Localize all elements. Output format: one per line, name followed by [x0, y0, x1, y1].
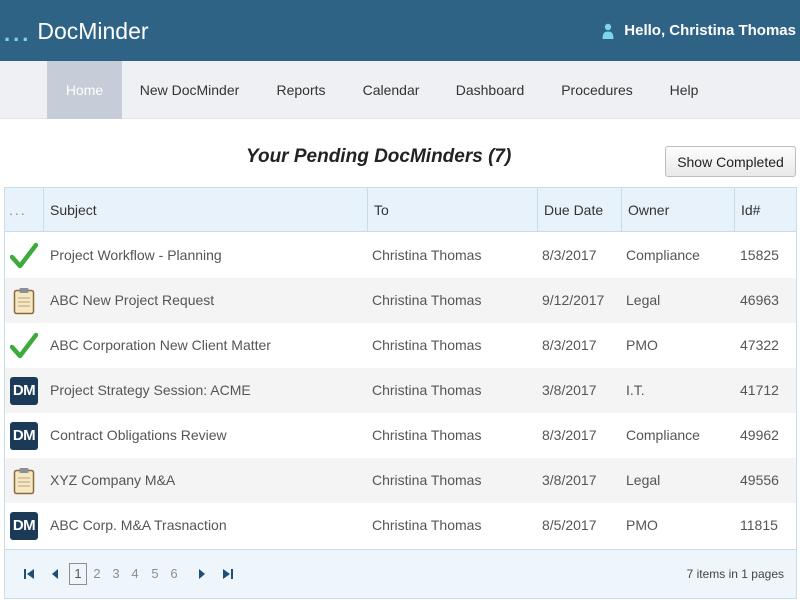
dm-badge-text: DM [10, 512, 38, 540]
nav-reports[interactable]: Reports [266, 61, 336, 119]
row-due-date: 8/3/2017 [542, 247, 597, 263]
row-owner: Legal [626, 472, 661, 488]
row-subject[interactable]: Contract Obligations Review [50, 413, 227, 458]
row-due-date: 3/8/2017 [542, 472, 597, 488]
nav-new-docminder[interactable]: New DocMinder [132, 61, 247, 119]
clipboard-icon [9, 466, 39, 496]
row-owner: Compliance [626, 247, 700, 263]
page-1[interactable]: 1 [69, 563, 87, 585]
table-row[interactable]: Project Workflow - Planning Christina Th… [5, 233, 796, 278]
first-page-icon[interactable] [21, 566, 37, 582]
row-owner: I.T. [626, 382, 645, 398]
row-owner: Compliance [626, 427, 700, 443]
nav-calendar[interactable]: Calendar [355, 61, 427, 119]
page-4[interactable]: 4 [126, 563, 144, 585]
row-subject[interactable]: ABC New Project Request [50, 278, 214, 323]
row-id: 15825 [740, 247, 779, 263]
table-row[interactable]: ABC Corporation New Client Matter Christ… [5, 323, 796, 368]
check-icon [9, 241, 39, 271]
last-page-icon[interactable] [220, 566, 236, 582]
column-menu[interactable]: ... [5, 188, 43, 232]
row-owner: PMO [626, 337, 658, 353]
nav-help[interactable]: Help [662, 61, 706, 119]
previous-page-icon[interactable] [47, 566, 63, 582]
dm-badge-text: DM [10, 422, 38, 450]
dm-icon: DM [9, 421, 39, 451]
row-due-date: 9/12/2017 [542, 292, 605, 308]
row-due-date: 3/8/2017 [542, 382, 597, 398]
row-due-date: 8/3/2017 [542, 427, 597, 443]
row-to: Christina Thomas [372, 292, 482, 308]
row-to: Christina Thomas [372, 517, 482, 533]
row-subject[interactable]: XYZ Company M&A [50, 458, 175, 503]
logo-text: DocMinder [37, 18, 149, 44]
dm-badge-text: DM [10, 377, 38, 405]
row-id: 41712 [740, 382, 779, 398]
greeting-text: Hello, Christina Thomas [624, 22, 796, 39]
dm-icon: DM [9, 376, 39, 406]
user-icon [602, 23, 614, 39]
table-row[interactable]: ABC New Project Request Christina Thomas… [5, 278, 796, 323]
row-id: 49962 [740, 427, 779, 443]
row-subject[interactable]: ABC Corp. M&A Trasnaction [50, 503, 227, 548]
column-header-id[interactable]: Id# [734, 188, 796, 232]
row-to: Christina Thomas [372, 472, 482, 488]
column-header-to[interactable]: To [367, 188, 537, 232]
row-due-date: 8/3/2017 [542, 337, 597, 353]
column-header-owner[interactable]: Owner [621, 188, 734, 232]
dm-icon: DM [9, 511, 39, 541]
grid-header: ... Subject To Due Date Owner Id# [5, 188, 796, 232]
row-id: 49556 [740, 472, 779, 488]
pending-docminders-grid: ... Subject To Due Date Owner Id# Projec… [4, 187, 797, 599]
row-due-date: 8/5/2017 [542, 517, 597, 533]
row-subject[interactable]: Project Strategy Session: ACME [50, 368, 251, 413]
row-to: Christina Thomas [372, 427, 482, 443]
row-to: Christina Thomas [372, 382, 482, 398]
user-greeting[interactable]: Hello, Christina Thomas [602, 22, 796, 39]
show-completed-button[interactable]: Show Completed [665, 146, 796, 177]
nav-home[interactable]: Home [47, 61, 122, 119]
nav-dashboard[interactable]: Dashboard [447, 61, 533, 119]
row-id: 47322 [740, 337, 779, 353]
app-logo[interactable]: ... DocMinder [4, 15, 149, 45]
grid-pager: 1 2 3 4 5 6 7 items in 1 pages [5, 549, 796, 598]
table-row[interactable]: XYZ Company M&A Christina Thomas 3/8/201… [5, 458, 796, 503]
row-to: Christina Thomas [372, 247, 482, 263]
row-owner: PMO [626, 517, 658, 533]
table-row[interactable]: DM ABC Corp. M&A Trasnaction Christina T… [5, 503, 796, 548]
next-page-icon[interactable] [194, 566, 210, 582]
column-header-subject[interactable]: Subject [43, 188, 367, 232]
row-id: 11815 [740, 517, 778, 533]
page-5[interactable]: 5 [146, 563, 164, 585]
page-2[interactable]: 2 [88, 563, 106, 585]
column-header-due-date[interactable]: Due Date [537, 188, 621, 232]
page-3[interactable]: 3 [107, 563, 125, 585]
page-6[interactable]: 6 [165, 563, 183, 585]
main-nav: Home New DocMinder Reports Calendar Dash… [0, 61, 800, 119]
table-row[interactable]: DM Project Strategy Session: ACME Christ… [5, 368, 796, 413]
row-subject[interactable]: Project Workflow - Planning [50, 233, 222, 278]
pager-info: 7 items in 1 pages [686, 567, 784, 581]
row-to: Christina Thomas [372, 337, 482, 353]
nav-procedures[interactable]: Procedures [553, 61, 641, 119]
logo-dots: ... [4, 21, 32, 46]
page-title: Your Pending DocMinders (7) [246, 146, 512, 167]
row-subject[interactable]: ABC Corporation New Client Matter [50, 323, 271, 368]
clipboard-icon [9, 286, 39, 316]
row-id: 46963 [740, 292, 779, 308]
app-header: ... DocMinder Hello, Christina Thomas [0, 0, 800, 61]
table-row[interactable]: DM Contract Obligations Review Christina… [5, 413, 796, 458]
check-icon [9, 331, 39, 361]
row-owner: Legal [626, 292, 661, 308]
